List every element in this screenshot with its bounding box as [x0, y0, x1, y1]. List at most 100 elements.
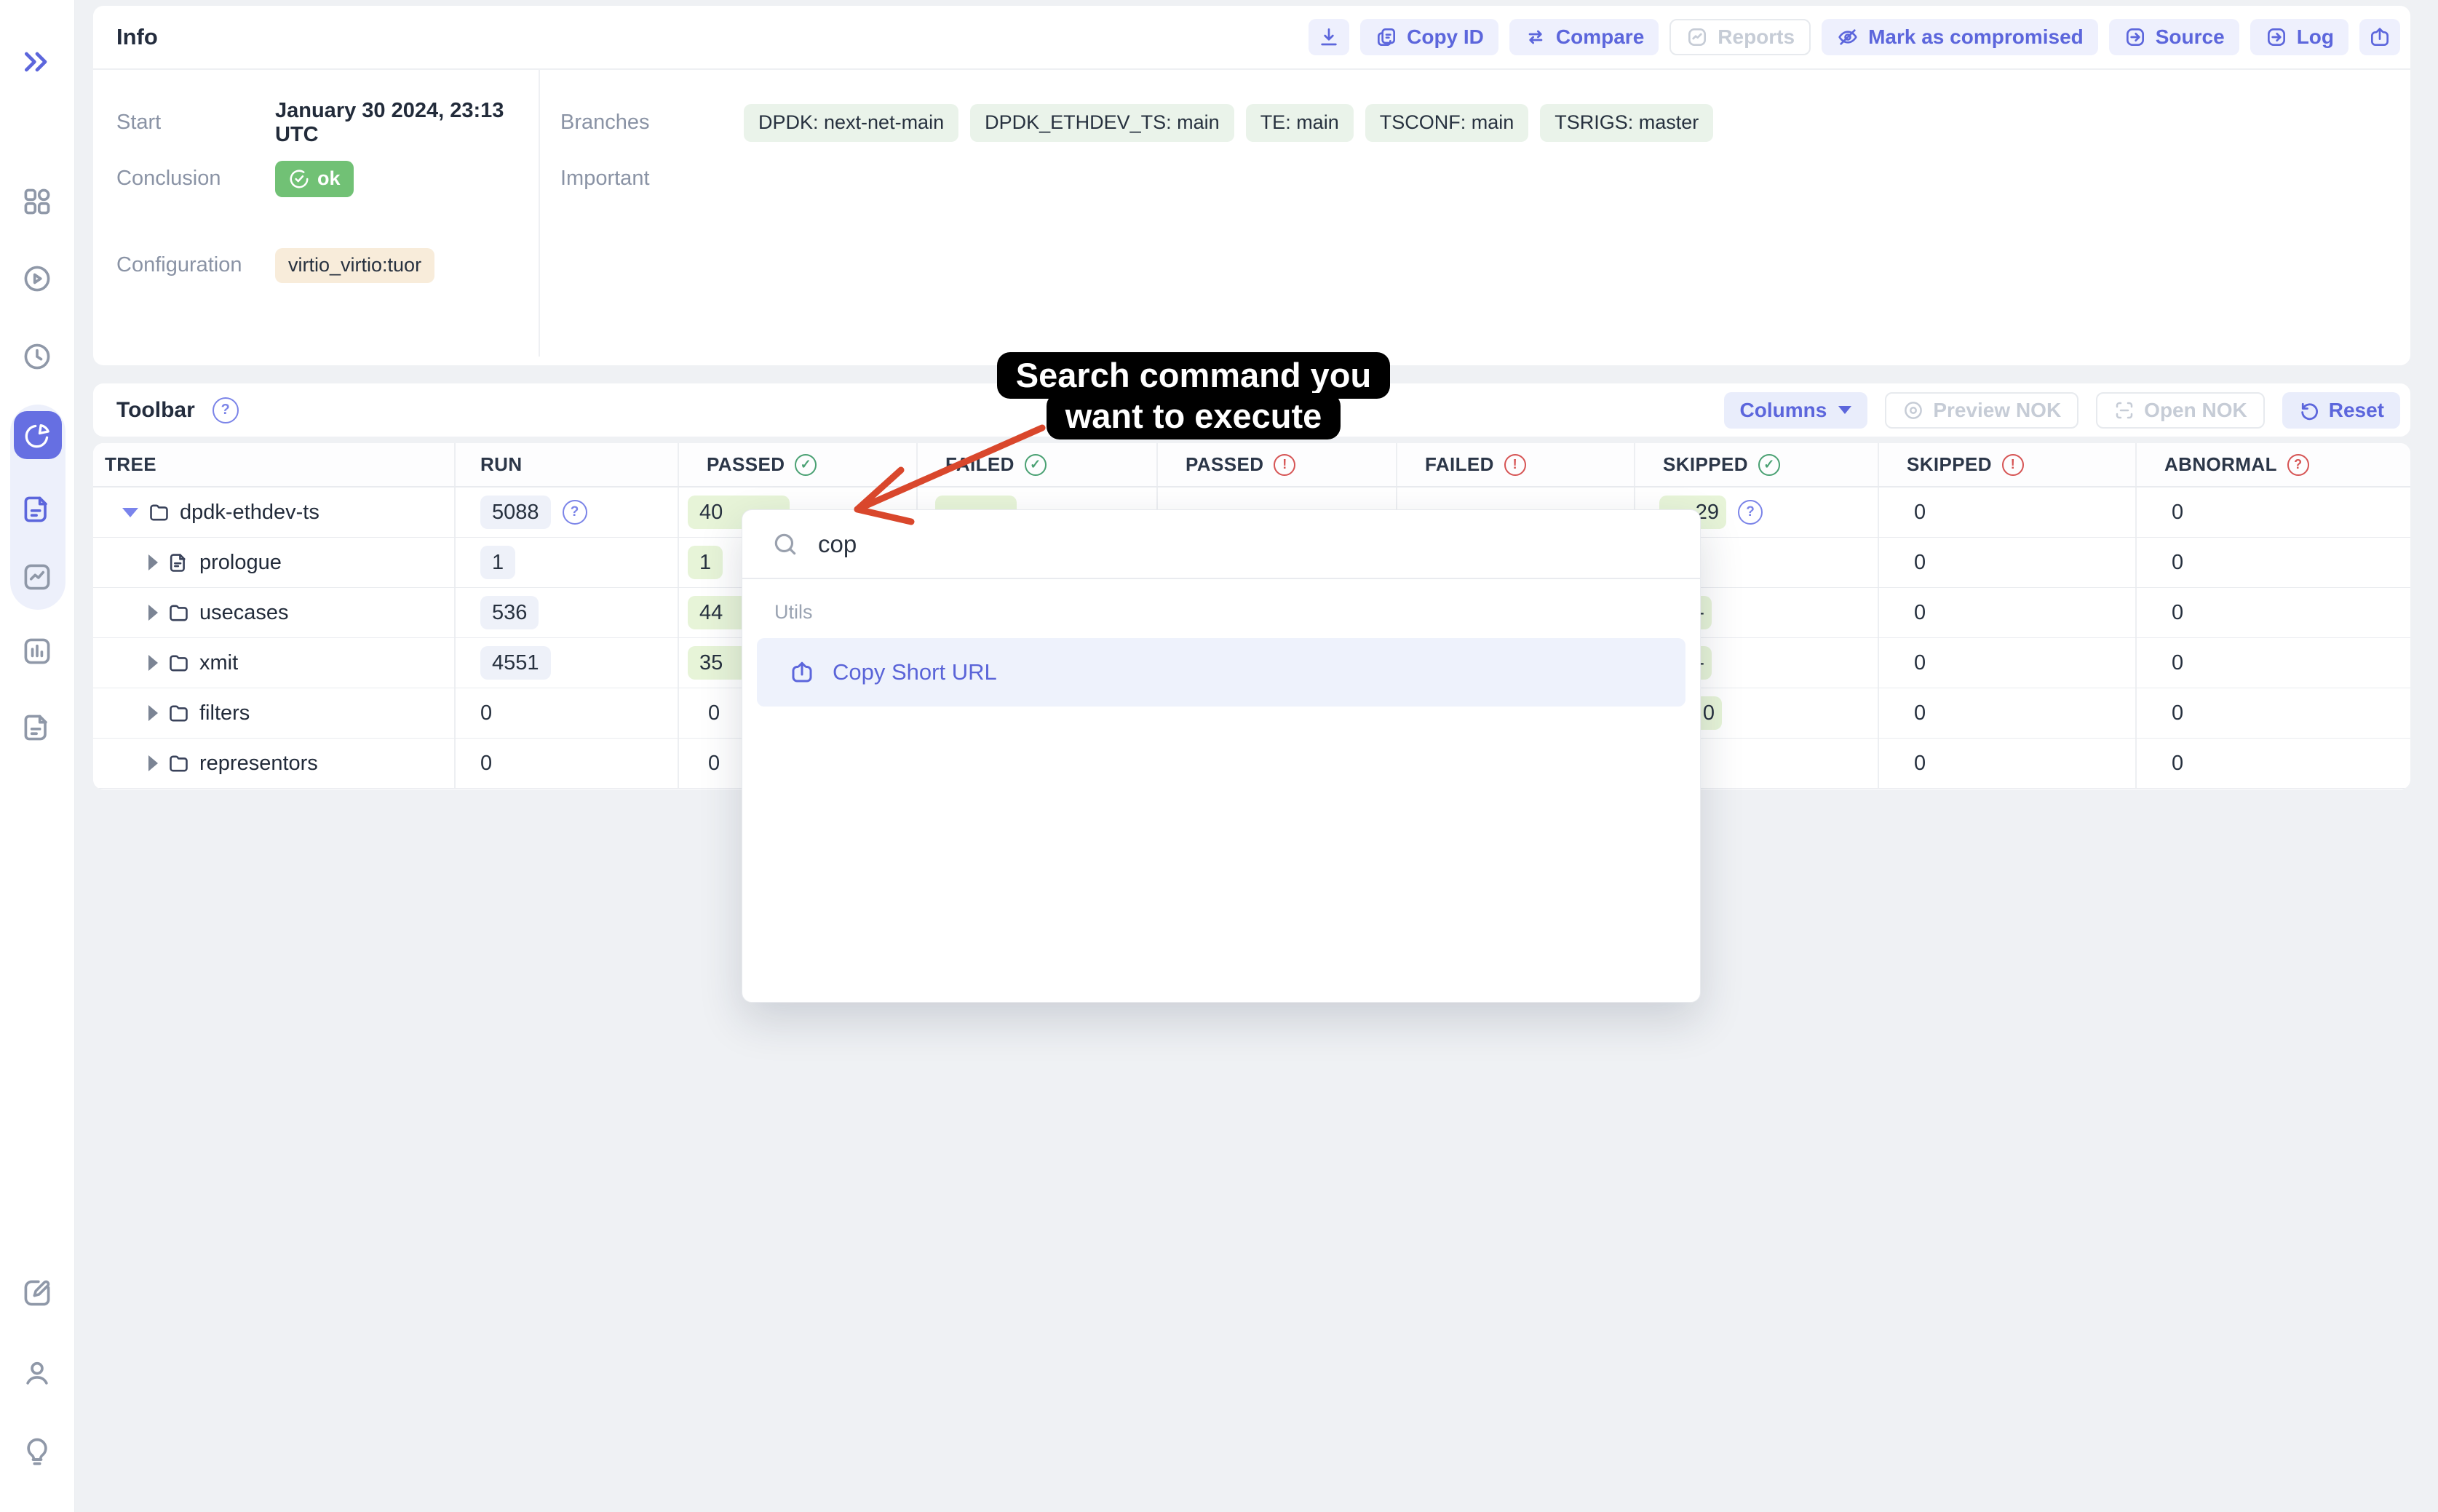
conclusion-label: Conclusion: [93, 167, 275, 191]
compare-button[interactable]: Compare: [1509, 19, 1659, 55]
hint-question-icon[interactable]: ?: [563, 500, 587, 525]
tree-node-label[interactable]: prologue: [199, 551, 282, 575]
branch-badge[interactable]: TSCONF: main: [1365, 104, 1529, 142]
count-badge: 4551: [480, 646, 551, 680]
share-icon: [2368, 25, 2391, 49]
branches-list: DPDK: next-net-main DPDK_ETHDEV_TS: main T…: [744, 104, 1713, 142]
preview-nok-button[interactable]: Preview NOK: [1885, 392, 2078, 429]
reports-icon: [1685, 25, 1709, 49]
info-card: Info Copy IDCompareReportsMark as compro…: [93, 6, 2410, 365]
source-button[interactable]: Source: [2109, 19, 2239, 55]
count-badge: 1: [688, 546, 723, 579]
branch-badge[interactable]: TSRIGS: master: [1540, 104, 1713, 142]
column-header-skipped-ok: SKIPPED✓: [1635, 443, 1879, 486]
tree-caret-icon[interactable]: [148, 705, 158, 721]
open-nok-button[interactable]: Open NOK: [2096, 392, 2265, 429]
sidebar-collapse-icon[interactable]: [20, 44, 55, 79]
copy-id-button[interactable]: Copy ID: [1360, 19, 1498, 55]
share-icon: [789, 659, 815, 685]
column-header-passed-err: PASSED!: [1158, 443, 1397, 486]
tree-caret-icon[interactable]: [148, 755, 158, 771]
column-header-run: RUN: [456, 443, 679, 486]
count-badge: 1: [480, 546, 515, 579]
folder-icon: [167, 702, 190, 725]
compare-icon: [1524, 25, 1547, 49]
tree-node-label[interactable]: xmit: [199, 651, 238, 675]
start-value: January 30 2024, 23:13 UTC: [275, 99, 539, 147]
configuration-label: Configuration: [93, 253, 275, 277]
log-button[interactable]: Log: [2250, 19, 2348, 55]
exclamation-circle-icon: !: [1274, 454, 1295, 476]
toolbar-help-icon[interactable]: ?: [213, 397, 239, 423]
start-label: Start: [93, 111, 275, 135]
download-icon: [1317, 25, 1341, 49]
important-label: Important: [539, 167, 744, 191]
column-header-skipped-err: SKIPPED!: [1879, 443, 2137, 486]
search-icon: [771, 530, 799, 558]
tree-node-label[interactable]: usecases: [199, 601, 289, 625]
exclamation-circle-icon: !: [2002, 454, 2024, 476]
columns-button[interactable]: Columns: [1724, 392, 1868, 429]
tree-caret-icon[interactable]: [122, 508, 138, 517]
app-root: Info Copy IDCompareReportsMark as compro…: [0, 0, 2438, 1512]
count-badge: 536: [480, 596, 539, 629]
branch-badge[interactable]: DPDK_ETHDEV_TS: main: [970, 104, 1234, 142]
check-circle-icon: [288, 168, 310, 190]
palette-search-input[interactable]: [818, 530, 1671, 558]
download-button[interactable]: [1309, 19, 1349, 55]
hint-question-icon[interactable]: ?: [1738, 500, 1763, 525]
check-circle-icon: ✓: [1025, 454, 1047, 476]
tree-caret-icon[interactable]: [148, 655, 158, 671]
folder-icon: [167, 602, 190, 624]
folder-icon: [148, 501, 170, 524]
share-button[interactable]: [2359, 19, 2400, 55]
column-header-passed-ok: PASSED✓: [679, 443, 918, 486]
idea-bulb-icon[interactable]: [20, 1434, 55, 1469]
document-log-icon[interactable]: [20, 492, 55, 527]
eye-icon: [1902, 399, 1924, 421]
column-header-abnormal-q: ABNORMAL?: [2137, 443, 2410, 486]
copy-icon: [1375, 25, 1398, 49]
toolbar-card: Toolbar ? Columns Preview NOK Open NOK R…: [93, 383, 2410, 437]
check-circle-icon: ✓: [1758, 454, 1780, 476]
tree-node-label[interactable]: dpdk-ethdev-ts: [180, 501, 319, 525]
action-bar: Copy ID Compare Reports Mark as compromised…: [1309, 19, 2400, 55]
tree-caret-icon[interactable]: [148, 554, 158, 570]
eye-off-icon: [1836, 25, 1859, 49]
branch-badge[interactable]: DPDK: next-net-main: [744, 104, 958, 142]
mark-as-compromised-button[interactable]: Mark as compromised: [1822, 19, 2098, 55]
edit-pencil-icon[interactable]: [20, 1276, 55, 1310]
pie-chart-icon-active[interactable]: [14, 411, 62, 459]
reset-button[interactable]: Reset: [2282, 392, 2400, 429]
tree-node-label[interactable]: representors: [199, 752, 318, 776]
branches-label: Branches: [539, 111, 744, 135]
palette-item-label: Copy Short URL: [833, 659, 997, 685]
reports-button[interactable]: Reports: [1669, 19, 1811, 55]
question-circle-icon: ?: [2287, 454, 2309, 476]
conclusion-badge: ok: [275, 161, 354, 197]
count-badge: 5088: [480, 496, 551, 529]
tree-caret-icon[interactable]: [148, 605, 158, 621]
chevron-down-icon: [1838, 406, 1851, 414]
trend-chart-icon[interactable]: [20, 560, 55, 594]
configuration-badge[interactable]: virtio_virtio:tuor: [275, 248, 434, 283]
command-palette: Utils Copy Short URL: [742, 509, 1701, 1003]
external-icon: [2265, 25, 2288, 49]
bar-chart-icon[interactable]: [20, 634, 55, 669]
palette-item-copy-short-url[interactable]: Copy Short URL: [757, 638, 1685, 707]
toolbar-title: Toolbar: [116, 398, 195, 423]
folder-icon: [167, 752, 190, 775]
history-clock-icon[interactable]: [20, 339, 55, 374]
dashboard-grid-icon[interactable]: [20, 184, 55, 219]
palette-section-label: Utils: [774, 601, 1700, 624]
tree-node-label[interactable]: filters: [199, 701, 250, 725]
profile-person-icon[interactable]: [20, 1356, 55, 1391]
scan-icon: [2113, 399, 2135, 421]
branch-badge[interactable]: TE: main: [1246, 104, 1354, 142]
sidebar: [0, 0, 75, 1512]
reset-icon: [2298, 399, 2320, 421]
check-circle-icon: ✓: [795, 454, 817, 476]
document-report-icon[interactable]: [20, 710, 55, 745]
play-circle-icon[interactable]: [20, 261, 55, 296]
palette-search-row: [742, 510, 1700, 579]
